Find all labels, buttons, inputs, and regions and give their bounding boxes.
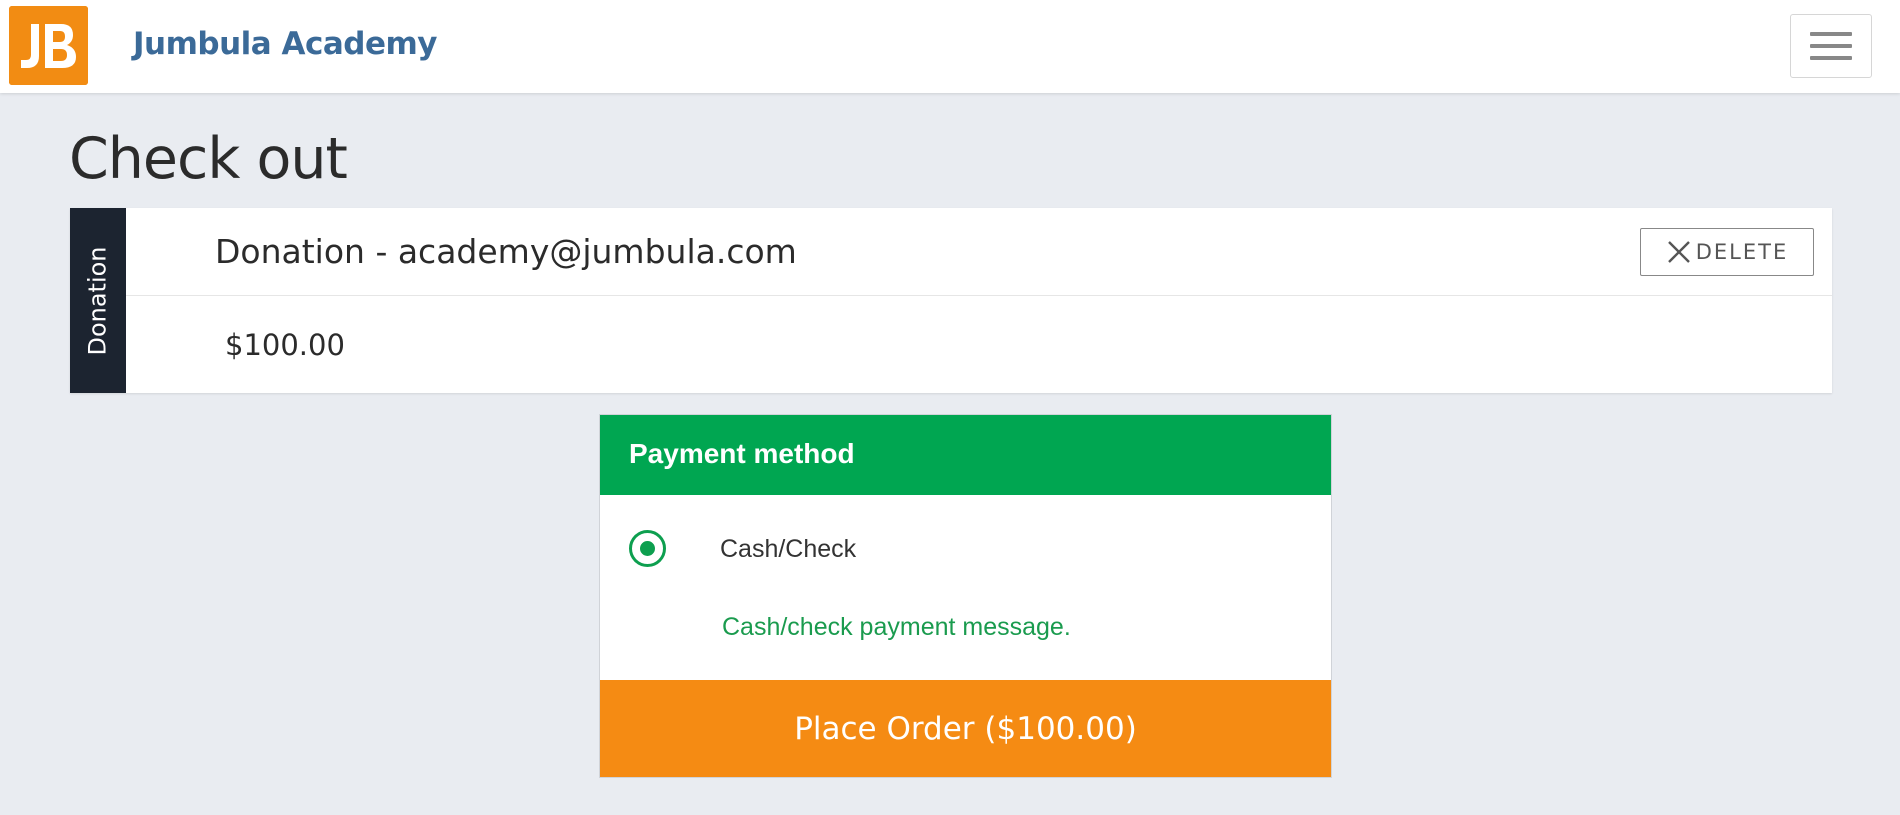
payment-method-card: Payment method Cash/Check Cash/check pay… [599,414,1332,778]
delete-button[interactable]: DELETE [1640,228,1814,276]
jumbula-logo-icon[interactable] [9,6,88,85]
delete-button-label: DELETE [1695,240,1789,264]
payment-method-title: Payment method [629,438,855,469]
cash-check-radio[interactable] [629,530,666,567]
close-icon [1667,241,1690,263]
menu-bar [1810,32,1852,36]
cart-item-type-label: Donation [84,245,112,356]
page-title: Check out [69,126,348,192]
menu-bar [1810,56,1852,60]
brand-name[interactable]: Jumbula Academy [133,26,438,62]
top-navbar: Jumbula Academy [0,0,1900,93]
cart-item-header: Donation - academy@jumbula.com DELETE [126,208,1832,296]
cash-check-label[interactable]: Cash/Check [720,535,856,564]
cart-item-title: Donation - academy@jumbula.com [215,232,797,271]
place-order-button[interactable]: Place Order ($100.00) [600,680,1331,777]
payment-message: Cash/check payment message. [722,613,1071,641]
payment-method-header: Payment method [600,415,1331,495]
hamburger-menu-icon[interactable] [1790,14,1872,78]
cart-item: Donation Donation - academy@jumbula.com … [70,208,1832,393]
cart-item-price: $100.00 [225,328,345,362]
menu-bar [1810,44,1852,48]
cart-item-type-tag: Donation [70,208,126,393]
